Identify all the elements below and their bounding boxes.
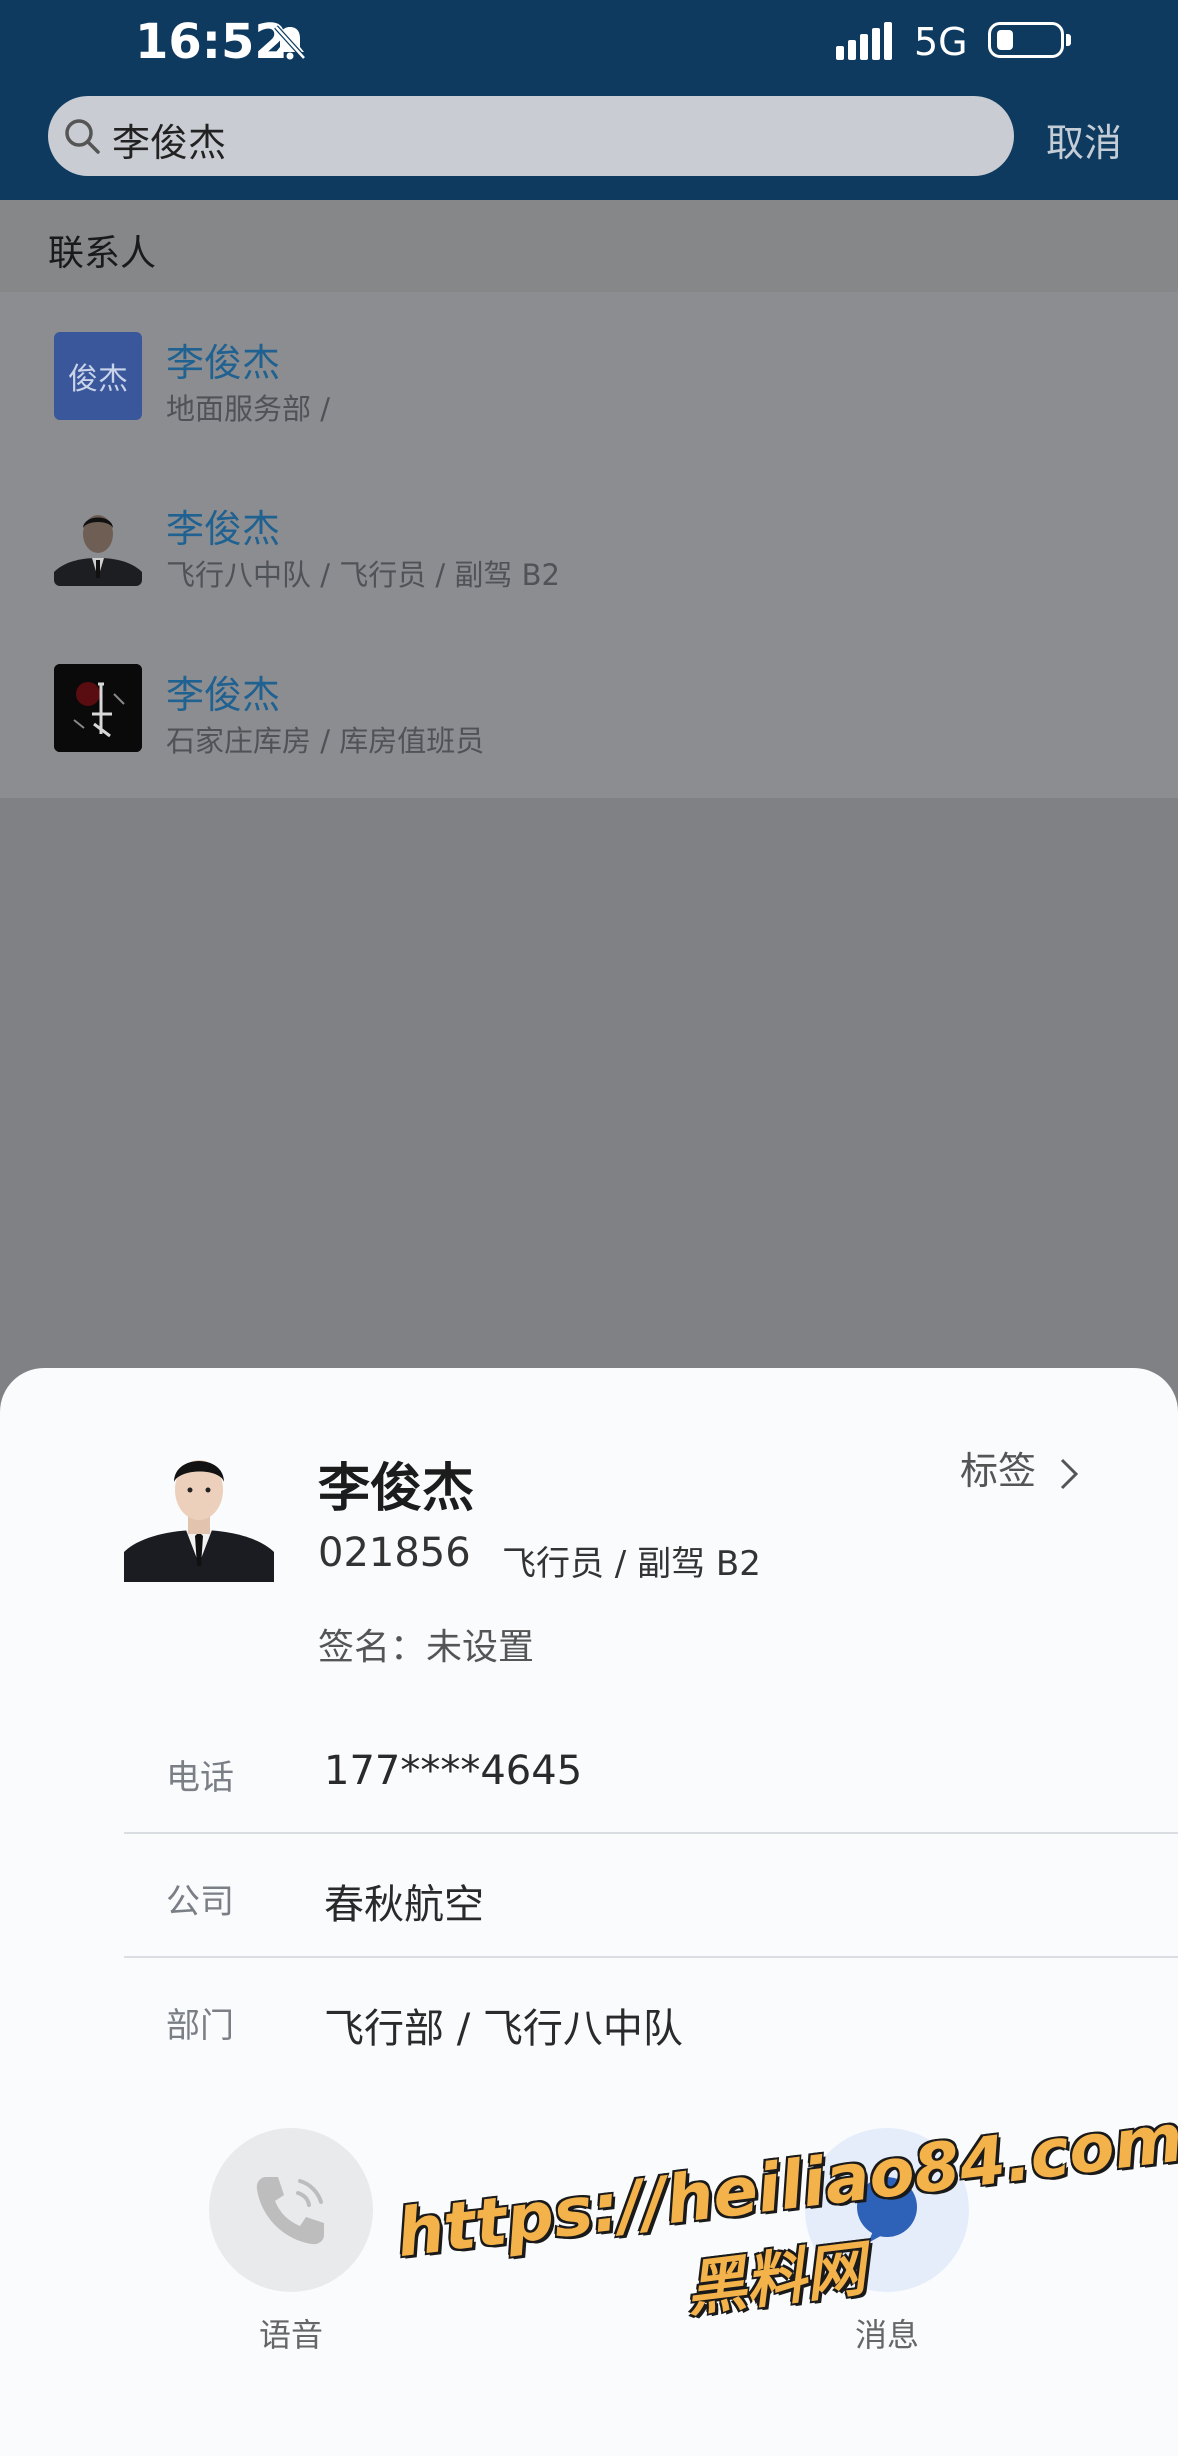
signature: 签名：未设置 bbox=[318, 1627, 535, 1668]
cancel-button[interactable]: 取消 bbox=[1046, 112, 1122, 167]
contact-detail-card: 李俊杰 标签 021856 飞行员 / 副驾 B2 签名：未设置 电话 177*… bbox=[0, 1368, 1178, 2456]
tag-link[interactable]: 标签 bbox=[960, 1440, 1082, 1495]
signal-icon bbox=[836, 22, 896, 60]
phone-icon bbox=[256, 2177, 324, 2245]
status-time: 16:52 bbox=[135, 14, 288, 70]
avatar: 俊杰 bbox=[54, 332, 142, 420]
network-label: 5G bbox=[914, 20, 968, 64]
search-icon bbox=[65, 119, 100, 154]
avatar bbox=[54, 664, 142, 752]
department-value: 飞行部 / 飞行八中队 bbox=[324, 2006, 683, 2052]
contact-department: 地面服务部 / bbox=[166, 392, 330, 426]
contact-row[interactable]: 李俊杰 石家庄库房 / 库房值班员 bbox=[0, 624, 1178, 792]
tag-label: 标签 bbox=[960, 1449, 1037, 1493]
employee-role: 飞行员 / 副驾 B2 bbox=[502, 1544, 761, 1584]
contact-row[interactable]: 李俊杰 飞行八中队 / 飞行员 / 副驾 B2 bbox=[0, 458, 1178, 626]
search-input[interactable]: 李俊杰 bbox=[48, 96, 1014, 176]
voice-call-button[interactable]: 语音 bbox=[206, 2128, 376, 2356]
message-circle[interactable] bbox=[805, 2128, 969, 2292]
contact-name: 李俊杰 bbox=[318, 1459, 475, 1519]
message-button[interactable]: 消息 bbox=[802, 2128, 972, 2356]
bell-muted-icon bbox=[274, 25, 306, 60]
phone-label: 电话 bbox=[166, 1758, 234, 1798]
voice-call-circle[interactable] bbox=[209, 2128, 373, 2292]
chevron-right-icon bbox=[1061, 1458, 1079, 1489]
person-photo-icon bbox=[54, 498, 142, 586]
contact-name: 李俊杰 bbox=[166, 341, 281, 385]
battery-icon bbox=[988, 22, 1071, 58]
message-label: 消息 bbox=[854, 2316, 919, 2354]
contacts-section-header: 联系人 bbox=[0, 200, 1178, 292]
section-title: 联系人 bbox=[48, 233, 157, 274]
top-bar: 16:52 5G 李俊杰 取消 bbox=[0, 0, 1178, 200]
message-icon bbox=[857, 2177, 917, 2243]
avatar bbox=[124, 1432, 274, 1582]
company-row: 公司 春秋航空 bbox=[124, 1834, 1178, 1958]
department-label: 部门 bbox=[166, 2006, 234, 2046]
phone-value: 177****4645 bbox=[324, 1748, 583, 1794]
company-label: 公司 bbox=[166, 1882, 234, 1922]
employee-id: 021856 bbox=[318, 1530, 471, 1576]
company-value: 春秋航空 bbox=[324, 1882, 484, 1928]
contact-department: 石家庄库房 / 库房值班员 bbox=[166, 724, 485, 758]
contact-list: 俊杰 李俊杰 地面服务部 / 李俊杰 飞行八中队 / 飞行员 / 副驾 B2 李… bbox=[0, 292, 1178, 798]
avatar bbox=[54, 498, 142, 586]
search-query: 李俊杰 bbox=[112, 121, 227, 165]
department-row: 部门 飞行部 / 飞行八中队 bbox=[124, 1958, 1178, 2082]
phone-row[interactable]: 电话 177****4645 bbox=[124, 1710, 1178, 1834]
voice-call-label: 语音 bbox=[258, 2316, 323, 2354]
contact-name: 李俊杰 bbox=[166, 673, 281, 717]
artwork-avatar-icon bbox=[54, 664, 142, 752]
person-photo-icon bbox=[124, 1432, 274, 1582]
contact-row[interactable]: 俊杰 李俊杰 地面服务部 / bbox=[0, 292, 1178, 460]
contact-department: 飞行八中队 / 飞行员 / 副驾 B2 bbox=[166, 558, 560, 592]
contact-name: 李俊杰 bbox=[166, 507, 281, 551]
